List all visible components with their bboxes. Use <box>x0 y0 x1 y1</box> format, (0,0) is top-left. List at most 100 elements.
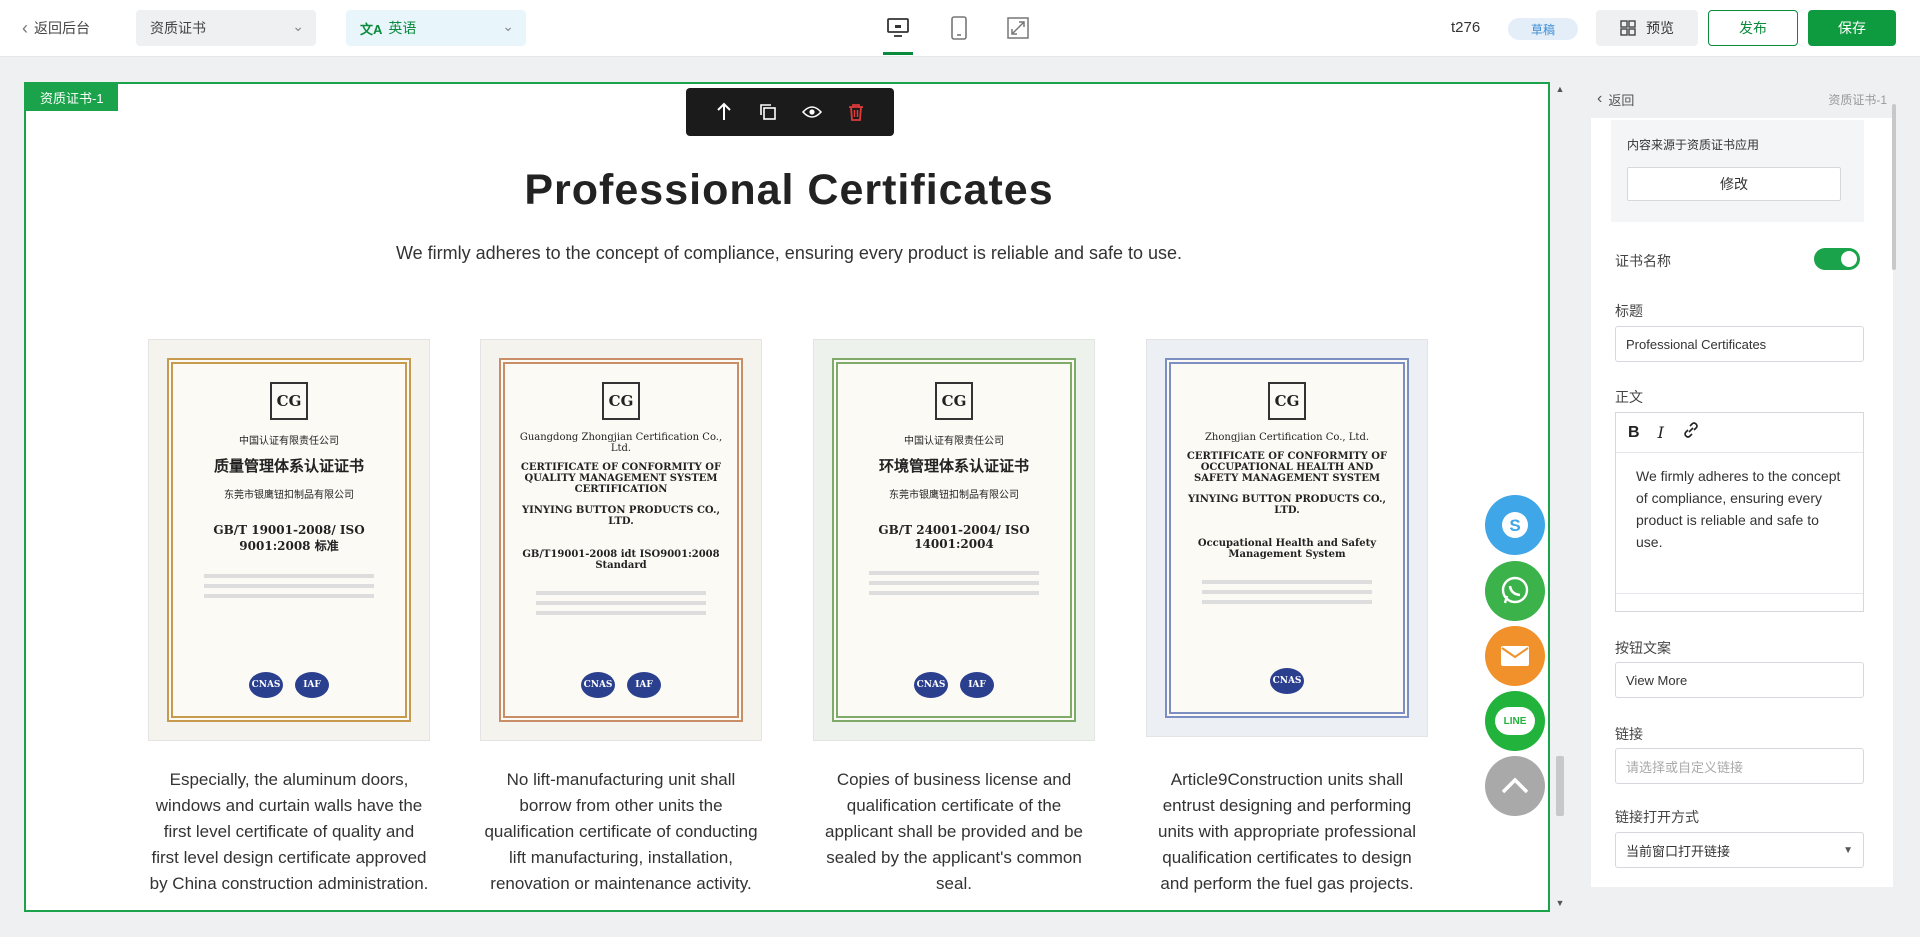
scroll-up-arrow-icon[interactable]: ▲ <box>1554 84 1566 94</box>
section-subtitle[interactable]: We firmly adheres to the concept of comp… <box>26 243 1548 264</box>
fullscreen-button[interactable] <box>1003 13 1033 43</box>
rte-status-bar <box>1616 593 1863 611</box>
page-select[interactable]: 资质证书 ⌄ <box>136 10 316 46</box>
visibility-button[interactable] <box>797 97 827 127</box>
back-to-top-button[interactable] <box>1485 756 1545 816</box>
certificate-card[interactable]: CG Guangdong Zhongjian Certification Co.… <box>480 339 762 897</box>
section-canvas[interactable]: 资质证书-1 Professional Certificates We firm… <box>24 82 1550 912</box>
certificate-image: CG 中国认证有限责任公司 环境管理体系认证证书 东莞市银鹰钮扣制品有限公司 G… <box>813 339 1095 741</box>
certificate-image: CG Zhongjian Certification Co., Ltd. CER… <box>1146 339 1428 737</box>
canvas-scrollbar[interactable] <box>1556 756 1564 816</box>
page-select-value: 资质证书 <box>150 20 206 36</box>
panel-back-link[interactable]: ‹ 返回 <box>1597 90 1634 109</box>
body-label: 正文 <box>1615 389 1643 405</box>
chevron-up-icon <box>1501 777 1529 794</box>
delete-button[interactable] <box>841 97 871 127</box>
whatsapp-button[interactable] <box>1485 561 1545 621</box>
mobile-view-button[interactable] <box>944 13 974 43</box>
translate-icon: 文A <box>360 21 383 37</box>
certificate-card[interactable]: CG Zhongjian Certification Co., Ltd. CER… <box>1146 339 1428 897</box>
button-text-input[interactable]: View More <box>1615 662 1864 698</box>
link-icon[interactable] <box>1682 421 1700 444</box>
certificate-title: CERTIFICATE OF CONFORMITY OF OCCUPATIONA… <box>1186 451 1388 484</box>
back-label: 返回后台 <box>34 20 90 36</box>
source-info-box: 内容来源于资质证书应用 修改 <box>1611 120 1864 222</box>
button-text-label: 按钮文案 <box>1615 640 1671 656</box>
certificate-title: CERTIFICATE OF CONFORMITY OF QUALITY MAN… <box>520 462 722 495</box>
certificate-standard: GB/T 19001-2008/ ISO 9001:2008 标准 <box>213 523 365 553</box>
svg-text:S: S <box>1509 516 1520 535</box>
desktop-view-button[interactable] <box>883 13 913 43</box>
back-to-admin-link[interactable]: ‹ 返回后台 <box>22 18 90 38</box>
move-up-button[interactable] <box>709 97 739 127</box>
certificate-image: CG Guangdong Zhongjian Certification Co.… <box>480 339 762 741</box>
duplicate-button[interactable] <box>753 97 783 127</box>
certificate-seals: CNAS IAF <box>581 672 661 698</box>
caret-down-icon: ▼ <box>1843 844 1853 856</box>
certificate-description: No lift-manufacturing unit shall borrow … <box>484 770 758 893</box>
line-button[interactable]: LINE <box>1485 691 1545 751</box>
certificate-seals: CNAS <box>1270 668 1304 694</box>
language-select[interactable]: 文A 英语 ⌄ <box>346 10 526 46</box>
panel-title: 资质证书-1 <box>1828 92 1887 107</box>
certificate-card[interactable]: CG 中国认证有限责任公司 质量管理体系认证证书 东莞市银鹰钮扣制品有限公司 G… <box>148 339 430 897</box>
cert-name-label: 证书名称 <box>1615 253 1671 269</box>
preview-button[interactable]: 预览 <box>1596 10 1698 46</box>
certificate-standard: GB/T 24001-2004/ ISO 14001:2004 <box>878 523 1030 551</box>
bold-icon[interactable]: B <box>1628 424 1640 442</box>
section-tag: 资质证书-1 <box>26 84 118 111</box>
edit-source-button[interactable]: 修改 <box>1627 167 1841 201</box>
email-button[interactable] <box>1485 626 1545 686</box>
panel-scrollbar[interactable] <box>1892 104 1896 270</box>
certificate-company: YINYING BUTTON PRODUCTS CO., LTD. <box>521 505 721 527</box>
preview-label: 预览 <box>1646 20 1674 36</box>
certificate-text-lines <box>1202 574 1372 610</box>
certificate-description: Especially, the aluminum doors, windows … <box>149 770 429 893</box>
section-heading[interactable]: Professional Certificates <box>26 166 1548 215</box>
certificate-issuer: Guangdong Zhongjian Certification Co., L… <box>519 432 723 454</box>
line-icon: LINE <box>1495 707 1535 735</box>
certificate-card[interactable]: CG 中国认证有限责任公司 环境管理体系认证证书 东莞市银鹰钮扣制品有限公司 G… <box>813 339 1095 897</box>
source-text: 内容来源于资质证书应用 <box>1627 138 1760 152</box>
italic-icon[interactable]: I <box>1658 423 1664 442</box>
seal-icon: CNAS <box>1270 668 1304 694</box>
certificate-seals: CNAS IAF <box>249 672 329 698</box>
certificate-issuer: 中国认证有限责任公司 <box>904 436 1004 447</box>
cert-name-toggle[interactable] <box>1814 248 1860 270</box>
certificate-description: Copies of business license and qualifica… <box>824 770 1084 893</box>
panel-header: ‹ 返回 资质证书-1 <box>1591 80 1893 118</box>
publish-button[interactable]: 发布 <box>1708 10 1798 46</box>
mobile-icon <box>951 16 967 40</box>
rte-content[interactable]: We firmly adheres to the concept of comp… <box>1616 453 1863 565</box>
link-open-select[interactable]: 当前窗口打开链接 ▼ <box>1615 832 1864 868</box>
certificate-title: 质量管理体系认证证书 <box>213 457 364 475</box>
save-button[interactable]: 保存 <box>1808 10 1896 46</box>
whatsapp-icon <box>1501 576 1529 604</box>
seal-icon: CNAS <box>914 672 948 698</box>
rte-toolbar: B I <box>1616 413 1863 453</box>
property-panel: ‹ 返回 资质证书-1 内容来源于资质证书应用 修改 证书名称 标题 Profes… <box>1591 80 1893 887</box>
certificate-text-lines <box>204 568 374 604</box>
certificate-title: 环境管理体系认证证书 <box>878 457 1029 475</box>
chevron-down-icon: ⌄ <box>292 18 304 34</box>
panel-back-label: 返回 <box>1608 92 1635 108</box>
active-device-indicator <box>883 52 913 55</box>
scroll-down-arrow-icon[interactable]: ▼ <box>1554 898 1566 908</box>
certificate-standard: Occupational Health and Safety Managemen… <box>1197 538 1377 560</box>
link-input[interactable]: 请选择或自定义链接 <box>1615 748 1864 784</box>
top-toolbar: ‹ 返回后台 资质证书 ⌄ 文A 英语 ⌄ t276 草稿 预览 发布 保存 <box>0 0 1920 57</box>
body-rich-text-editor[interactable]: B I We firmly adheres to the concept of … <box>1615 412 1864 612</box>
certifier-logo: CG <box>935 382 973 420</box>
seal-icon: IAF <box>960 672 994 698</box>
certificate-company: 东莞市银鹰钮扣制品有限公司 <box>224 490 354 501</box>
certificate-text-lines <box>869 565 1039 601</box>
link-open-label: 链接打开方式 <box>1615 809 1699 825</box>
certifier-logo: CG <box>270 382 308 420</box>
link-open-value: 当前窗口打开链接 <box>1626 843 1731 859</box>
expand-icon <box>1007 17 1029 39</box>
status-badge: 草稿 <box>1508 18 1578 40</box>
seal-icon: CNAS <box>249 672 283 698</box>
skype-button[interactable]: S <box>1485 495 1545 555</box>
grid-icon <box>1620 20 1636 36</box>
title-input[interactable]: Professional Certificates <box>1615 326 1864 362</box>
